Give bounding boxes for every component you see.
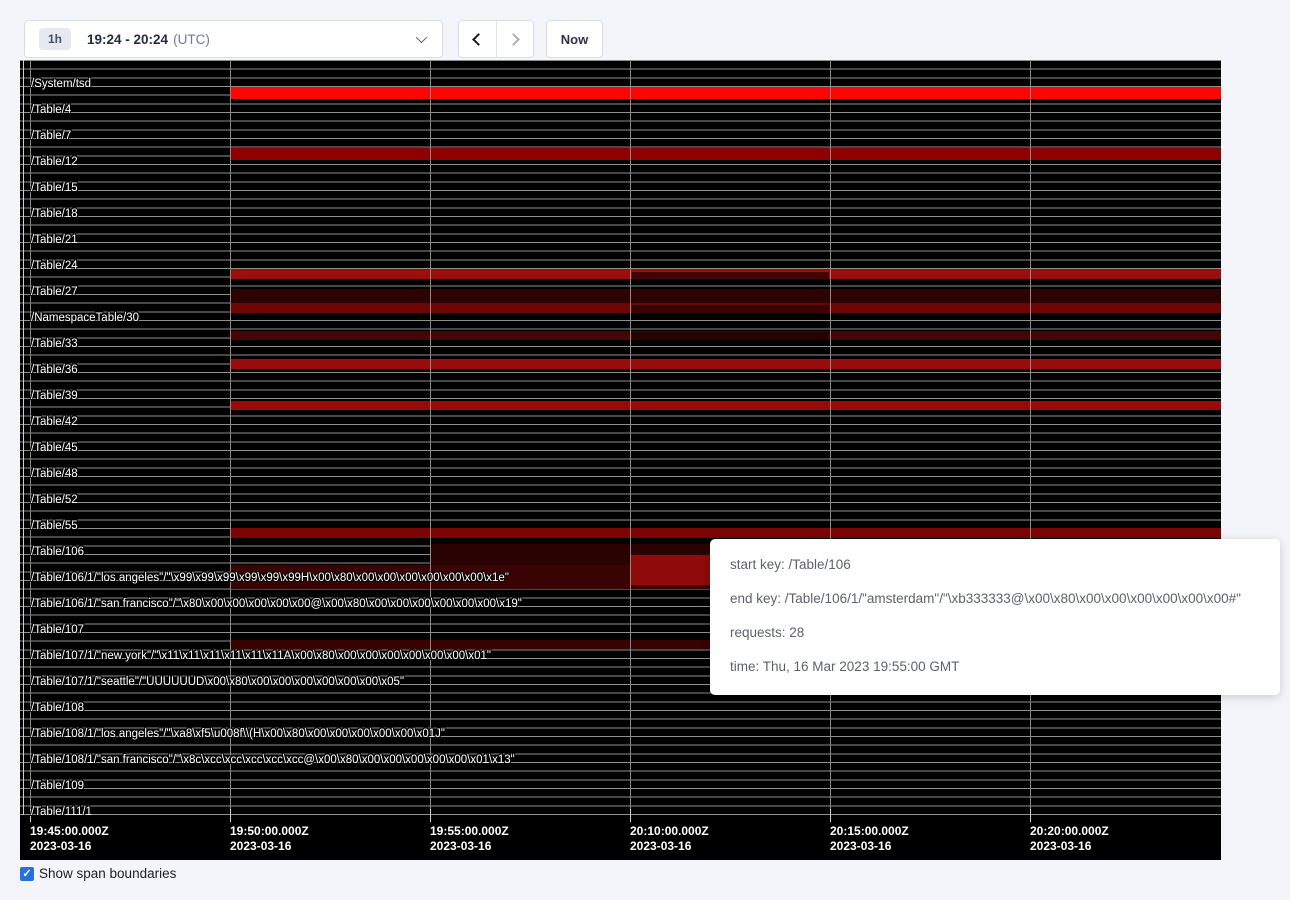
tick-time: 19:45:00.000Z — [30, 824, 109, 839]
tooltip-time: time: Thu, 16 Mar 2023 19:55:00 GMT — [730, 650, 1260, 684]
key-row-label: /Table/106 — [31, 546, 84, 558]
time-nav-group — [458, 20, 534, 58]
key-row-label: /Table/15 — [31, 182, 78, 194]
key-row-label: /Table/106/1/"los angeles"/"\x99\x99\x99… — [31, 572, 509, 584]
time-tick-label: 20:20:00.000Z2023-03-16 — [1030, 824, 1109, 854]
key-row-label: /Table/21 — [31, 234, 78, 246]
key-row-label: /Table/42 — [31, 416, 78, 428]
tooltip-start-key: start key: /Table/106 — [730, 548, 1260, 582]
time-toolbar: 1h 19:24 - 20:24 (UTC) Now — [24, 20, 603, 58]
key-row-label: /Table/107 — [31, 624, 84, 636]
tick-date: 2023-03-16 — [1030, 839, 1109, 854]
time-tick-label: 20:10:00.000Z2023-03-16 — [630, 824, 709, 854]
chevron-right-icon — [507, 33, 520, 46]
heat-band[interactable] — [230, 640, 711, 649]
span-boundary-gridlines — [20, 60, 1221, 815]
heat-band[interactable] — [230, 289, 1221, 304]
key-row-label: /Table/45 — [31, 442, 78, 454]
plot-left-edge-line — [23, 60, 24, 815]
key-row-label: /Table/27 — [31, 286, 78, 298]
time-range-timezone: (UTC) — [173, 32, 210, 47]
heat-band[interactable] — [230, 87, 1221, 99]
time-tick-mark — [630, 809, 631, 822]
time-tick-mark — [1030, 809, 1031, 822]
heat-band[interactable] — [230, 148, 1221, 160]
key-row-label: /Table/107/1/"new york"/"\x11\x11\x11\x1… — [31, 650, 491, 662]
key-row-label: /Table/108/1/"los angeles"/"\xa8\xf5\u00… — [31, 728, 445, 740]
key-row-label: /System/tsd — [31, 78, 91, 90]
tick-date: 2023-03-16 — [430, 839, 509, 854]
tooltip-end-key: end key: /Table/106/1/"amsterdam"/"\xb33… — [730, 582, 1260, 616]
key-row-label: /Table/18 — [31, 208, 78, 220]
heat-band[interactable] — [630, 555, 711, 585]
key-row-label: /Table/4 — [31, 104, 71, 116]
time-range-duration-badge: 1h — [39, 28, 71, 50]
key-row-label: /Table/55 — [31, 520, 78, 532]
heat-band[interactable] — [230, 401, 1221, 410]
heat-band[interactable] — [632, 332, 829, 340]
key-row-label: /NamespaceTable/30 — [31, 312, 139, 324]
heat-band[interactable] — [230, 359, 1221, 369]
next-range-button[interactable] — [497, 21, 534, 57]
tooltip-requests: requests: 28 — [730, 616, 1260, 650]
key-row-label: /Table/106/1/"san francisco"/"\x80\x00\x… — [31, 598, 522, 610]
time-gridline — [230, 60, 231, 815]
time-gridline — [1030, 60, 1031, 815]
tick-date: 2023-03-16 — [830, 839, 909, 854]
heat-band[interactable] — [632, 272, 829, 279]
key-row-label: /Table/108/1/"san francisco"/"\x8c\xcc\x… — [31, 754, 515, 766]
time-range-label: 19:24 - 20:24 — [87, 32, 168, 47]
tick-date: 2023-03-16 — [30, 839, 109, 854]
tick-time: 19:55:00.000Z — [430, 824, 509, 839]
key-row-label: /Table/108 — [31, 702, 84, 714]
show-span-boundaries-label: Show span boundaries — [39, 866, 176, 881]
key-row-label: /Table/33 — [31, 338, 78, 350]
time-gridline — [630, 60, 631, 815]
key-row-label: /Table/12 — [31, 156, 78, 168]
time-gridline — [430, 60, 431, 815]
key-row-label: /Table/24 — [31, 260, 78, 272]
tick-time: 20:20:00.000Z — [1030, 824, 1109, 839]
time-tick-label: 19:45:00.000Z2023-03-16 — [30, 824, 109, 854]
now-button[interactable]: Now — [546, 20, 603, 58]
time-tick-label: 19:55:00.000Z2023-03-16 — [430, 824, 509, 854]
span-tooltip: start key: /Table/106 end key: /Table/10… — [710, 539, 1280, 695]
key-row-label: /Table/36 — [31, 364, 78, 376]
time-tick-label: 19:50:00.000Z2023-03-16 — [230, 824, 309, 854]
key-row-label: /Table/7 — [31, 130, 71, 142]
tick-date: 2023-03-16 — [230, 839, 309, 854]
key-visualizer-heatmap[interactable]: /System/tsd/Table/4/Table/7/Table/12/Tab… — [20, 60, 1221, 860]
key-row-label: /Table/39 — [31, 390, 78, 402]
previous-range-button[interactable] — [459, 21, 497, 57]
time-tick-mark — [230, 809, 231, 822]
time-tick-mark — [830, 809, 831, 822]
chevron-down-icon — [416, 32, 427, 43]
time-tick-label: 20:15:00.000Z2023-03-16 — [830, 824, 909, 854]
time-range-dropdown[interactable]: 1h 19:24 - 20:24 (UTC) — [24, 20, 443, 58]
tick-time: 20:10:00.000Z — [630, 824, 709, 839]
chevron-left-icon — [472, 33, 485, 46]
key-row-label: /Table/107/1/"seattle"/"UUUUUUD\x00\x80\… — [31, 676, 404, 688]
key-row-label: /Table/109 — [31, 780, 84, 792]
heat-band[interactable] — [230, 528, 1221, 538]
tick-date: 2023-03-16 — [630, 839, 709, 854]
tick-time: 20:15:00.000Z — [830, 824, 909, 839]
key-visualizer-page: 1h 19:24 - 20:24 (UTC) Now /System/tsd/T… — [0, 0, 1290, 900]
key-row-label: /Table/52 — [31, 494, 78, 506]
show-span-boundaries-checkbox[interactable]: ✓ — [20, 867, 34, 881]
time-tick-mark — [430, 809, 431, 822]
heat-band[interactable] — [632, 305, 829, 313]
time-gridline — [830, 60, 831, 815]
tick-time: 19:50:00.000Z — [230, 824, 309, 839]
key-row-label: /Table/48 — [31, 468, 78, 480]
show-span-boundaries-control: ✓ Show span boundaries — [20, 866, 176, 881]
key-row-label: /Table/111/1 — [31, 806, 92, 818]
